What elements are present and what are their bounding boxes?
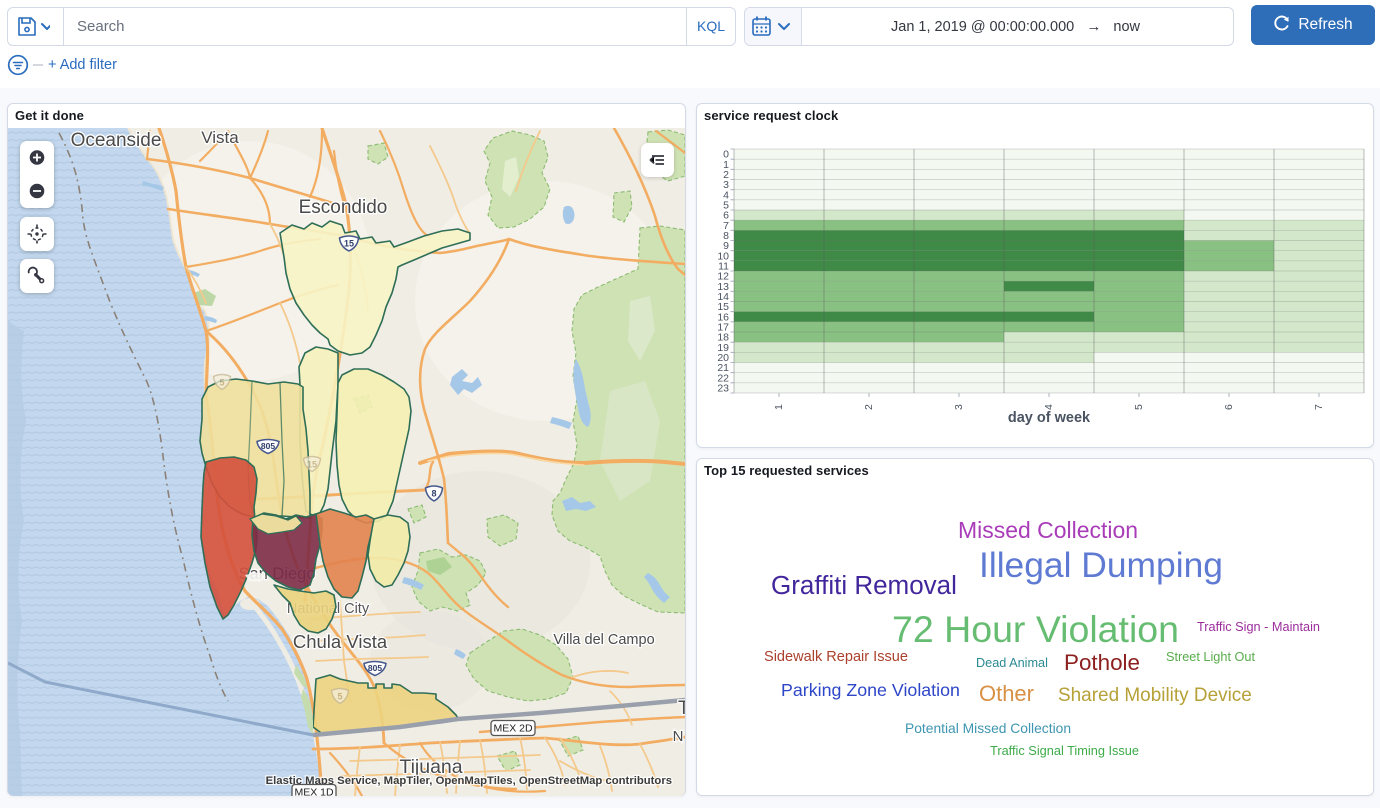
svg-text:5: 5: [1133, 404, 1145, 410]
svg-text:805: 805: [368, 663, 382, 673]
svg-text:Escondido: Escondido: [299, 197, 388, 218]
svg-text:Oceanside: Oceanside: [71, 130, 162, 151]
svg-text:15: 15: [307, 459, 317, 469]
svg-text:23: 23: [717, 383, 729, 395]
svg-text:2: 2: [863, 404, 875, 410]
svg-text:Chula Vista: Chula Vista: [293, 631, 388, 652]
svg-text:Tecate: Tecate: [678, 698, 685, 719]
svg-text:day of week: day of week: [1008, 410, 1091, 426]
svg-text:1: 1: [773, 404, 785, 410]
svg-text:5: 5: [219, 377, 224, 387]
svg-text:3: 3: [953, 404, 965, 410]
svg-text:15: 15: [344, 238, 354, 248]
svg-text:Vista: Vista: [201, 128, 239, 147]
svg-text:8: 8: [431, 488, 436, 498]
svg-text:805: 805: [261, 441, 275, 451]
svg-text:6: 6: [1223, 404, 1235, 410]
svg-text:Villa del Campo: Villa del Campo: [553, 632, 654, 648]
svg-text:N: N: [673, 728, 684, 745]
svg-text:5: 5: [337, 691, 342, 701]
svg-text:MEX 1D: MEX 1D: [294, 787, 334, 796]
svg-text:MEX 2D: MEX 2D: [493, 723, 533, 735]
svg-text:7: 7: [1313, 404, 1325, 410]
